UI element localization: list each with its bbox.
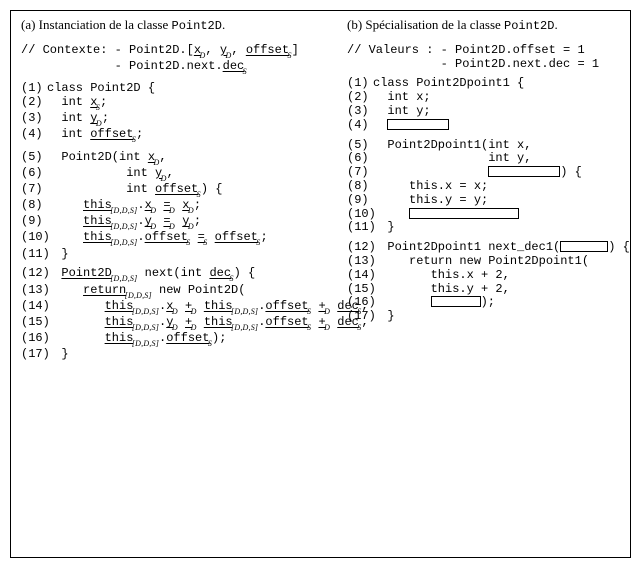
blank-box — [560, 241, 608, 252]
context-line-1: // Contexte: - Point2D.[xD, yD, offsetS] — [21, 44, 331, 60]
blank-box — [488, 166, 560, 177]
title-dot: . — [222, 17, 225, 32]
code-line: (4) int offsetS; — [21, 128, 331, 144]
code-line: (13) return[D,D,S] new Point2D( — [21, 284, 331, 300]
context-line-2: - Point2D.next.decS — [21, 60, 331, 76]
code-line: (12) Point2D[D,D,S] next(int decS) { — [21, 267, 331, 283]
code-line: (11) } — [21, 248, 331, 262]
left-title: (a) Instanciation de la classe Point2D. — [21, 17, 331, 34]
title-text: (a) Instanciation de la classe — [21, 17, 172, 32]
code-line: (2) int x; — [347, 91, 627, 105]
code-line: (3) int yD; — [21, 112, 331, 128]
code-line: (1)class Point2D { — [21, 82, 331, 96]
right-title: (b) Spécialisation de la classe Point2D. — [347, 17, 627, 34]
code-line: (7) int offsetS) { — [21, 183, 331, 199]
code-line: (15) this.y + 2, — [347, 283, 627, 297]
code-line: (14) this[D,D,S].xD +D this[D,D,S].offse… — [21, 300, 331, 316]
values-line-1: // Valeurs : - Point2D.offset = 1 — [347, 44, 627, 58]
left-code: // Contexte: - Point2D.[xD, yD, offsetS]… — [21, 44, 331, 362]
code-line: (8) this[D,D,S].xD =D xD; — [21, 199, 331, 215]
left-panel: (a) Instanciation de la classe Point2D. … — [21, 17, 331, 551]
code-line: (6) int y, — [347, 152, 627, 166]
code-line: (11) } — [347, 221, 627, 235]
code-line: (1)class Point2Dpoint1 { — [347, 77, 627, 91]
blank-box — [387, 119, 449, 130]
code-line: (7) ) { — [347, 166, 627, 180]
code-line: (16) ); — [347, 296, 627, 310]
title-dot: . — [554, 17, 557, 32]
values-line-2: - Point2D.next.dec = 1 — [347, 58, 627, 72]
code-line: (15) this[D,D,S].yD +D this[D,D,S].offse… — [21, 316, 331, 332]
title-text: (b) Spécialisation de la classe — [347, 17, 504, 32]
right-code: // Valeurs : - Point2D.offset = 1 - Poin… — [347, 44, 627, 324]
code-line: (14) this.x + 2, — [347, 269, 627, 283]
blank-box — [431, 296, 481, 307]
right-panel: (b) Spécialisation de la classe Point2D.… — [347, 17, 627, 551]
code-line: (10) this[D,D,S].offsetS =S offsetS; — [21, 231, 331, 247]
code-line: (4) — [347, 119, 627, 133]
blank-box — [409, 208, 519, 219]
code-line: (6) int yD, — [21, 167, 331, 183]
code-line: (17) } — [21, 348, 331, 362]
code-line: (9) this.y = y; — [347, 194, 627, 208]
title-code: Point2D — [172, 19, 222, 33]
code-line: (10) — [347, 208, 627, 222]
figure-frame: (a) Instanciation de la classe Point2D. … — [10, 10, 631, 558]
title-code: Point2D — [504, 19, 554, 33]
code-line: (16) this[D,D,S].offsetS); — [21, 332, 331, 348]
code-line: (8) this.x = x; — [347, 180, 627, 194]
code-line: (13) return new Point2Dpoint1( — [347, 255, 627, 269]
code-line: (9) this[D,D,S].yD =D yD; — [21, 215, 331, 231]
code-line: (12) Point2Dpoint1 next_dec1() { — [347, 241, 627, 255]
code-line: (3) int y; — [347, 105, 627, 119]
code-line: (5) Point2D(int xD, — [21, 151, 331, 167]
code-line: (2) int xS; — [21, 96, 331, 112]
code-line: (17) } — [347, 310, 627, 324]
code-line: (5) Point2Dpoint1(int x, — [347, 139, 627, 153]
